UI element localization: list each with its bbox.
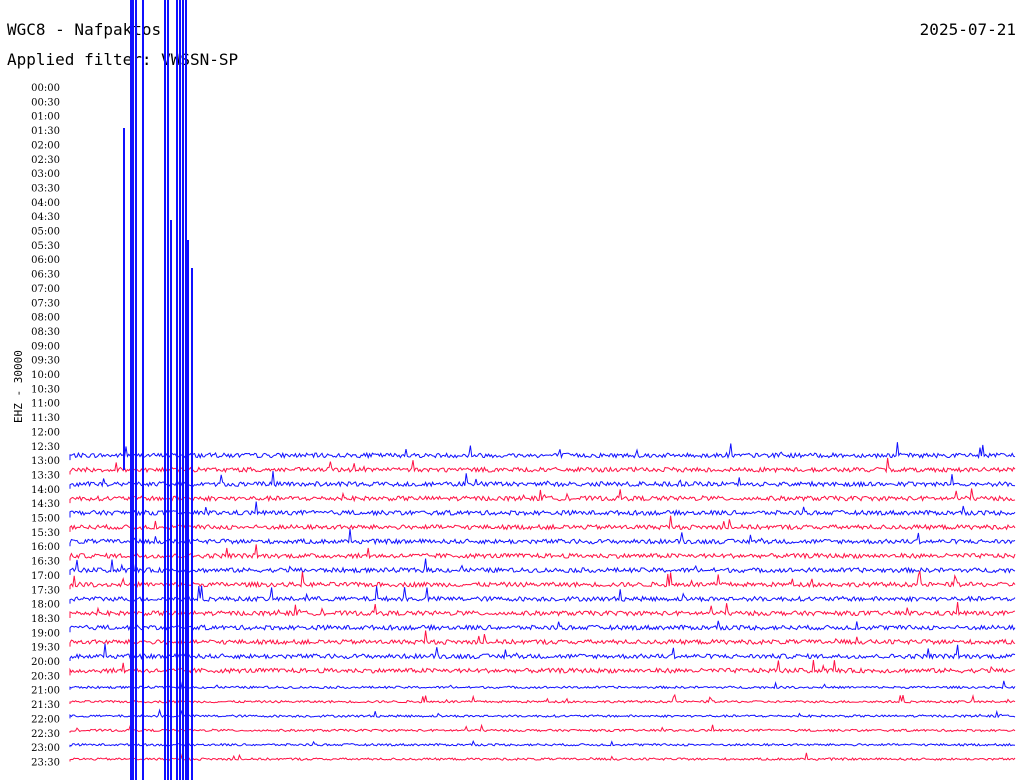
row-label: 14:30 [31,499,60,510]
row-label: 07:30 [31,298,60,309]
row-label: 03:00 [31,169,60,180]
row-label: 17:00 [31,571,60,582]
row-label: 08:00 [31,313,60,324]
row-label: 06:30 [31,270,60,281]
row-label: 12:30 [31,442,60,453]
row-label: 13:30 [31,470,60,481]
trace-1400 [69,470,1016,489]
row-label: 01:00 [31,112,60,123]
trace-2230 [69,723,1016,733]
row-label: 22:00 [31,714,60,725]
row-label: 20:00 [31,657,60,668]
row-label: 09:00 [31,341,60,352]
row-label: 18:00 [31,600,60,611]
row-label: 11:30 [31,413,60,424]
trace-2100 [69,680,1016,690]
trace-2130 [69,693,1016,705]
trace-1700 [69,558,1016,575]
trace-2330 [69,752,1016,762]
trace-2030 [69,659,1015,676]
trace-2300 [69,740,1016,748]
row-label: 05:00 [31,227,60,238]
row-label: 16:30 [31,557,60,568]
row-label: 14:00 [31,485,60,496]
trace-1530 [69,515,1016,532]
helicorder-plot: 00:00 00:30 01:00 01:30 02:00 02:30 03:00 03:30… [31,0,1016,780]
row-label: 01:30 [31,126,60,137]
row-label: 20:30 [31,671,60,682]
trace-1900 [69,620,1016,633]
row-label: 15:30 [31,528,60,539]
row-label: 18:30 [31,614,60,625]
row-label: 23:00 [31,743,60,754]
row-label: 11:00 [31,399,60,410]
trace-2000 [69,643,1016,661]
row-label: 22:30 [31,729,60,740]
trace-1430 [69,488,1016,504]
row-label: 12:00 [31,427,60,438]
trace-1800 [69,585,1016,604]
row-label: 17:30 [31,585,60,596]
trace-1300 [69,442,1016,461]
trace-1330 [69,457,1016,475]
row-label: 03:30 [31,183,60,194]
trace-1730 [69,570,1016,590]
row-label: 23:30 [31,757,60,768]
row-label: 07:00 [31,284,60,295]
trace-1930 [69,630,1016,647]
row-label: 00:30 [31,97,60,108]
row-label: 19:00 [31,628,60,639]
row-label: 09:30 [31,356,60,367]
row-label: 05:30 [31,241,60,252]
trace-1830 [69,601,1016,618]
row-label: 10:00 [31,370,60,381]
row-label: 04:30 [31,212,60,223]
row-label: 00:00 [31,83,60,94]
row-label: 08:30 [31,327,60,338]
row-label: 02:30 [31,155,60,166]
trace-2200 [69,708,1016,719]
row-label: 15:00 [31,514,60,525]
row-label: 21:00 [31,686,60,697]
trace-1630 [69,544,1016,561]
row-label: 02:00 [31,140,60,151]
row-label: 06:00 [31,255,60,266]
row-label: 19:30 [31,643,60,654]
row-label: 10:30 [31,384,60,395]
row-label: 04:00 [31,198,60,209]
trace-1500 [69,501,1016,518]
row-label: 16:00 [31,542,60,553]
row-label: 13:00 [31,456,60,467]
row-label: 21:30 [31,700,60,711]
trace-1600 [69,528,1016,547]
